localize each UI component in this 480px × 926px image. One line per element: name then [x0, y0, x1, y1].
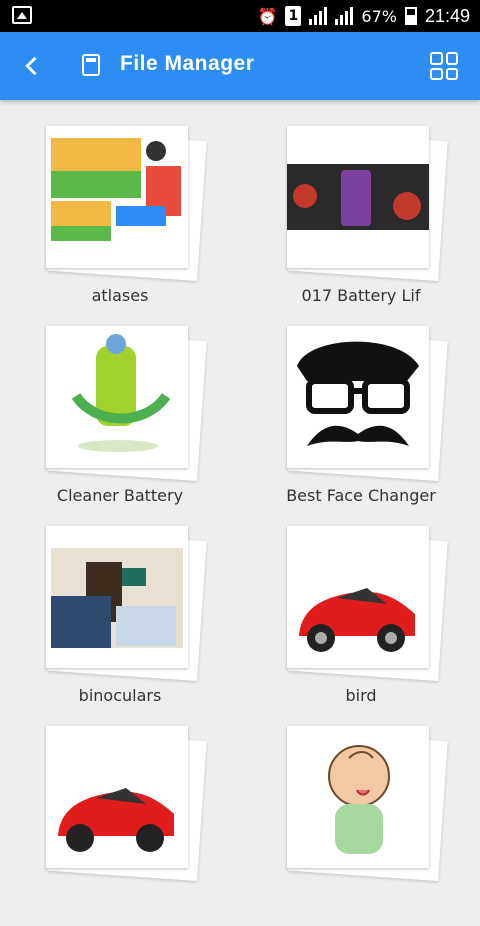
battery-percent: 67%: [361, 6, 397, 26]
file-name: atlases: [91, 286, 149, 305]
clock: 21:49: [424, 5, 470, 26]
file-name: Best Face Changer: [286, 486, 436, 505]
sd-card-icon: [82, 54, 100, 76]
file-name: binoculars: [78, 686, 162, 705]
battery-icon: [404, 7, 417, 25]
file-item[interactable]: Best Face Changer: [286, 326, 480, 526]
file-item[interactable]: bird: [287, 526, 480, 726]
file-name: Cleaner Battery: [56, 486, 184, 505]
file-thumbnail: [46, 326, 188, 468]
file-name: 017 Battery Lif: [301, 286, 421, 305]
file-thumbnail: [46, 526, 188, 668]
file-thumbnail: [287, 126, 429, 268]
file-item[interactable]: atlases: [46, 126, 246, 326]
file-item[interactable]: Cleaner Battery: [46, 326, 246, 526]
file-thumbnail: [46, 726, 188, 868]
app-bar: File Manager: [0, 32, 480, 100]
grid-view-icon[interactable]: [430, 52, 458, 80]
sim-icon: 1: [285, 6, 302, 26]
file-item[interactable]: [287, 726, 480, 926]
file-thumbnail: [287, 326, 429, 468]
file-name: bird: [345, 686, 377, 705]
status-bar: ⏰ 1 67% 21:49: [0, 0, 480, 32]
status-icons: ⏰ 1 67% 21:49: [257, 4, 470, 28]
signal-icon: [309, 7, 328, 25]
file-thumbnail: [287, 526, 429, 668]
back-arrow-icon[interactable]: [18, 52, 46, 80]
file-thumbnail: [46, 126, 188, 268]
file-item[interactable]: 017 Battery Lif: [287, 126, 480, 326]
signal-icon-2: [335, 7, 354, 25]
file-item[interactable]: binoculars: [46, 526, 246, 726]
gallery-notification-icon: [12, 6, 32, 24]
page-title: File Manager: [120, 52, 255, 75]
file-thumbnail: [287, 726, 429, 868]
alarm-icon: ⏰: [257, 6, 278, 26]
file-grid: atlases 017 Battery Lif Cleaner Battery: [0, 100, 480, 882]
file-item[interactable]: [46, 726, 246, 926]
